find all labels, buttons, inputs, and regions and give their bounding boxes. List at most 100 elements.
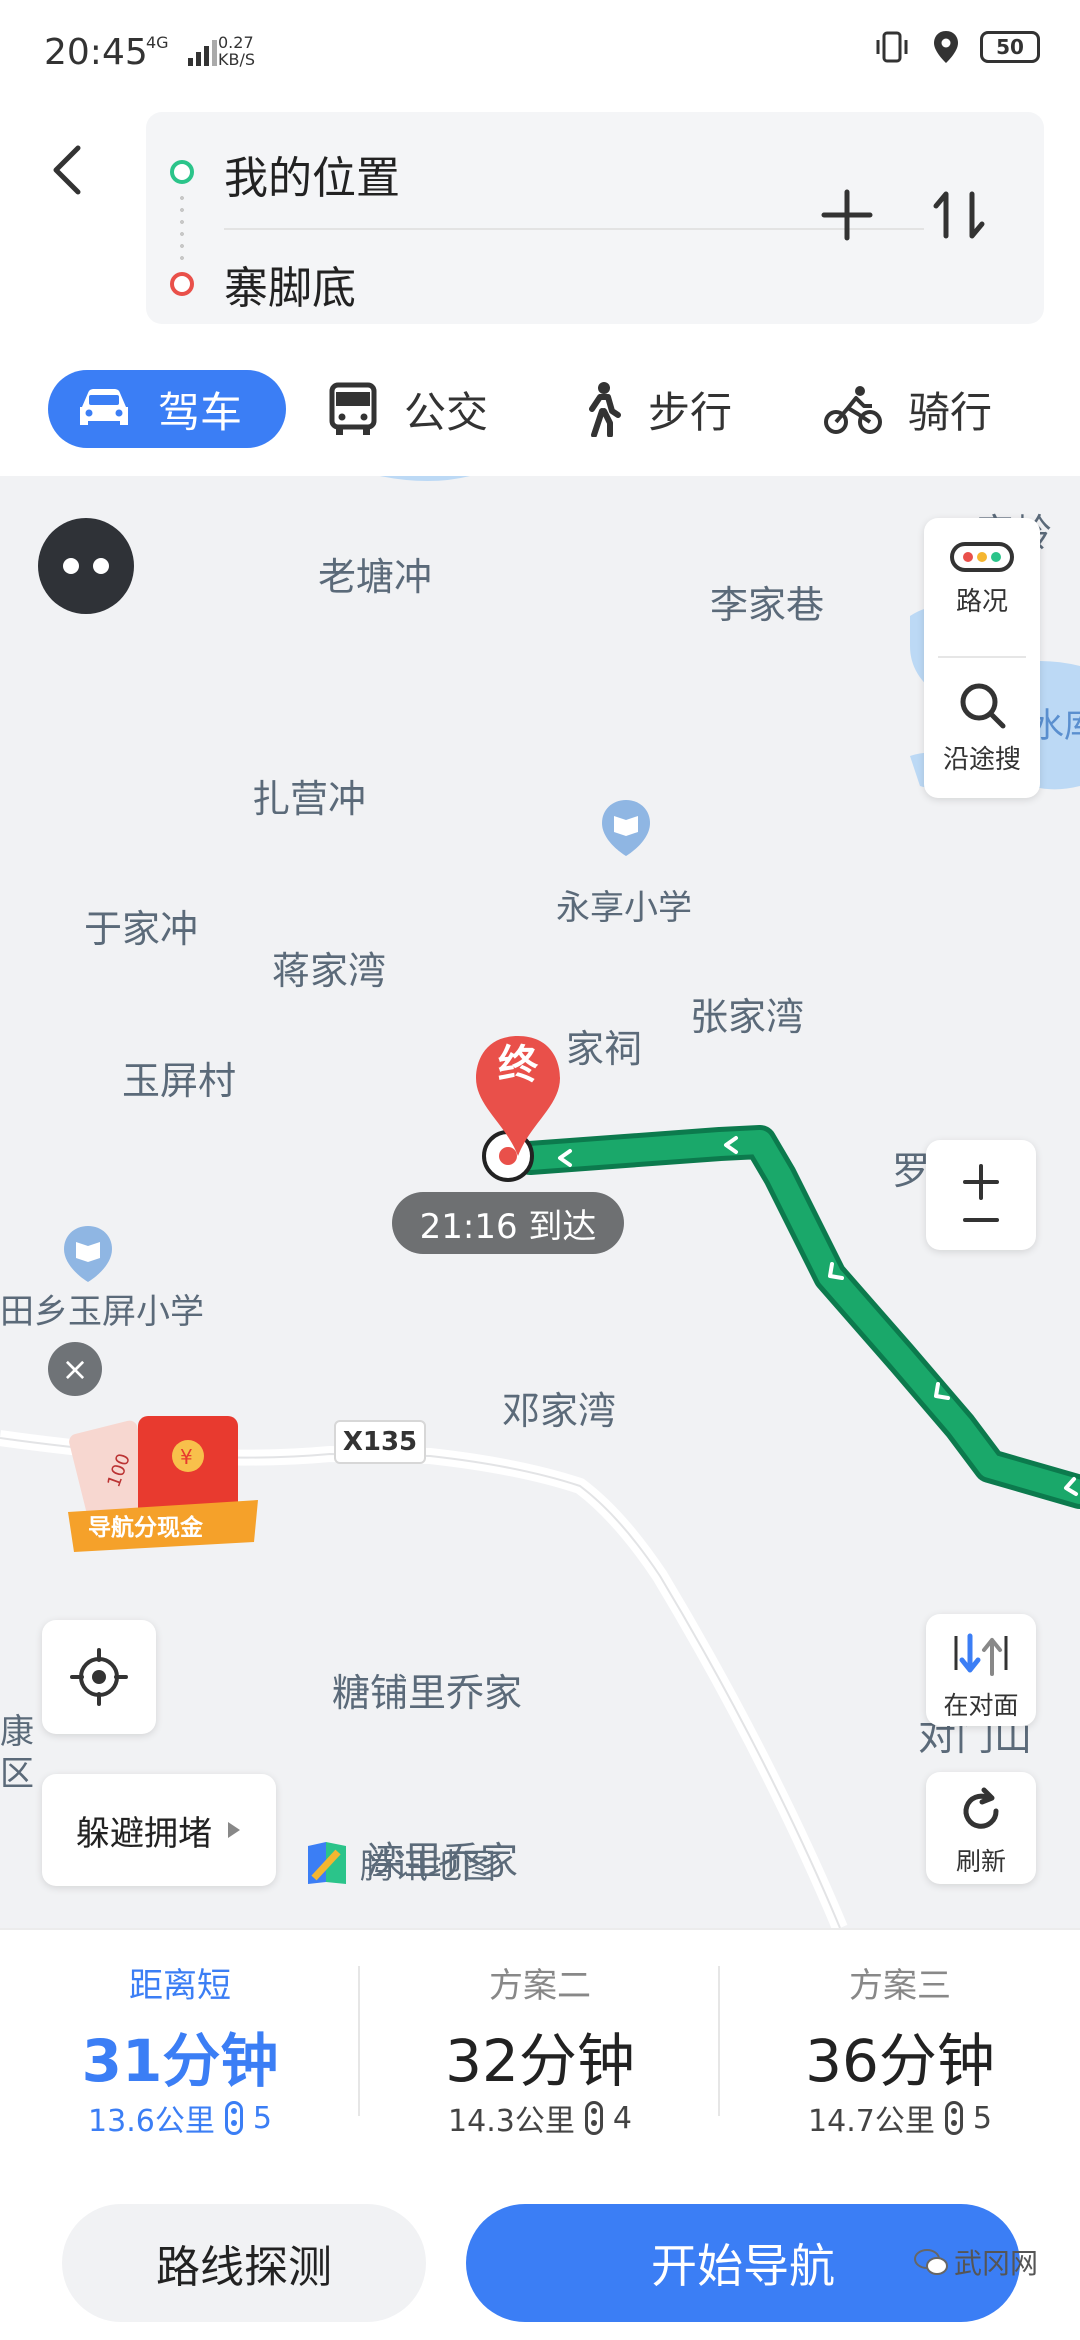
network-speed: 0.27 KB/S xyxy=(218,34,255,68)
tab-bus[interactable]: 公交 xyxy=(328,370,488,448)
watermark-label: 武冈网 xyxy=(954,2247,1039,2280)
more-button[interactable] xyxy=(38,518,134,614)
speed-unit: KB/S xyxy=(218,50,256,69)
traffic-light-icon xyxy=(944,2101,963,2135)
bus-icon xyxy=(329,382,377,435)
place-label: 于家冲 xyxy=(84,907,199,951)
status-icons: 50 xyxy=(872,30,1040,64)
route-option-2[interactable]: 方案二 32分钟 14.3公里 4 xyxy=(360,1930,720,2150)
route-option-time: 36分钟 xyxy=(805,2027,995,2095)
route-dots-divider xyxy=(180,192,184,268)
battery-indicator: 50 xyxy=(980,31,1040,63)
route-option-meta: 14.7公里 5 xyxy=(720,2096,1080,2140)
place-label: 玉屏村 xyxy=(122,1059,237,1103)
place-label: 罗 xyxy=(892,1149,931,1193)
route-option-distance: 14.3公里 xyxy=(448,2104,575,2139)
back-icon[interactable] xyxy=(44,140,94,200)
destination-field[interactable]: 寨脚底 xyxy=(224,252,356,316)
currency-mark: ¥ xyxy=(180,1445,193,1469)
place-label: 区 xyxy=(0,1754,34,1794)
tab-walk-label: 步行 xyxy=(648,387,733,437)
map-tools-panel: 路况 沿途搜 xyxy=(924,518,1040,798)
avoid-congestion-button[interactable]: 躲避拥堵 xyxy=(42,1774,276,1886)
route-option-time: 31分钟 xyxy=(81,2027,279,2095)
route-option-distance: 13.6公里 xyxy=(88,2104,215,2139)
cash-ad-banner[interactable]: ¥ 导航分现金 100 xyxy=(68,1416,258,1566)
traffic-light-icon xyxy=(584,2101,603,2135)
place-label: 张家湾 xyxy=(690,995,805,1039)
refresh-label: 刷新 xyxy=(955,1847,1006,1876)
car-icon xyxy=(80,389,128,425)
route-option-tag: 方案二 xyxy=(489,1966,591,2006)
route-option-lights: 5 xyxy=(252,2100,272,2136)
place-label: 扎营冲 xyxy=(252,777,367,821)
zoom-icon xyxy=(963,1164,999,1222)
status-time: 20:45 xyxy=(44,32,148,73)
speed-value: 0.27 xyxy=(218,33,254,52)
locate-button[interactable] xyxy=(42,1620,156,1734)
route-header: 我的位置 寨脚底 xyxy=(0,100,1080,340)
route-options-panel: 距离短 31分钟 13.6公里 5 方案二 32分钟 14.3公里 4 方案三 … xyxy=(0,1928,1080,2340)
swap-direction-icon xyxy=(954,1633,1008,1676)
refresh-button[interactable]: 刷新 xyxy=(926,1772,1036,1884)
opposite-label: 在对面 xyxy=(943,1691,1019,1720)
end-pin-label: 终 xyxy=(498,1042,538,1088)
route-option-tag: 距离短 xyxy=(129,1966,231,2006)
network-type: 4G xyxy=(146,33,169,52)
traffic-light-icon xyxy=(950,542,1014,572)
start-location-field[interactable]: 我的位置 xyxy=(224,142,400,206)
route-option-tag: 方案三 xyxy=(849,1966,951,2006)
route-option-distance: 14.7公里 xyxy=(808,2104,935,2139)
traffic-label: 路况 xyxy=(955,587,1008,617)
tab-drive[interactable]: 驾车 xyxy=(48,370,286,448)
red-packet-icon: ¥ xyxy=(68,1416,258,1552)
route-option-time: 32分钟 xyxy=(445,2027,635,2095)
eta-badge: 21:16 到达 xyxy=(392,1192,624,1254)
place-label: 糖铺里乔家 xyxy=(332,1671,523,1715)
add-waypoint-icon[interactable] xyxy=(814,182,880,248)
zoom-control[interactable] xyxy=(926,1140,1036,1250)
along-route-search-button[interactable]: 沿途搜 xyxy=(924,678,1040,776)
refresh-icon xyxy=(963,1787,999,1829)
route-option-lights: 4 xyxy=(612,2100,632,2136)
place-label: 老塘冲 xyxy=(318,555,433,599)
travel-mode-tabs: 驾车 公交 步行 骑行 xyxy=(0,340,1080,476)
traffic-light-icon xyxy=(224,2101,243,2135)
tab-bike[interactable]: 骑行 xyxy=(824,370,992,448)
route-option-1[interactable]: 距离短 31分钟 13.6公里 5 xyxy=(0,1930,360,2150)
brand-logo: 腾讯地图 xyxy=(302,1838,496,1888)
tab-bike-label: 骑行 xyxy=(908,387,993,437)
status-bar: 20:45 4G 0.27 KB/S 50 xyxy=(0,0,1080,100)
signal-icon xyxy=(188,40,217,66)
ad-label: 导航分现金 xyxy=(88,1515,203,1541)
walk-icon xyxy=(589,382,621,437)
brand-label: 腾讯地图 xyxy=(360,1846,496,1887)
traffic-button[interactable]: 路况 xyxy=(924,540,1040,618)
opposite-button[interactable]: 在对面 xyxy=(926,1614,1036,1726)
wechat-icon xyxy=(914,2249,948,2275)
route-option-3[interactable]: 方案三 36分钟 14.7公里 5 xyxy=(720,1930,1080,2150)
map-view[interactable]: 终 老塘冲 李家巷 家岭 水库 扎营冲 永享小学 于家冲 蒋家湾 张家湾 家祠 … xyxy=(0,476,1080,1928)
tencent-map-logo-icon xyxy=(308,1842,346,1884)
tab-drive-label: 驾车 xyxy=(158,387,243,437)
start-dot-icon xyxy=(170,160,194,184)
tab-bus-label: 公交 xyxy=(404,387,489,437)
locate-icon xyxy=(70,1648,128,1706)
close-ad-button[interactable]: × xyxy=(48,1342,102,1396)
end-dot-icon xyxy=(170,272,194,296)
route-probe-button[interactable]: 路线探测 xyxy=(62,2204,426,2322)
route-option-meta: 13.6公里 5 xyxy=(0,2096,360,2140)
location-icon xyxy=(934,31,958,63)
swap-route-icon[interactable] xyxy=(926,182,992,248)
place-label: 蒋家湾 xyxy=(272,949,387,993)
search-icon xyxy=(960,683,1006,729)
watermark: 武冈网 xyxy=(914,2242,1038,2282)
place-label: 邓家湾 xyxy=(502,1389,617,1433)
place-label: 李家巷 xyxy=(710,583,825,627)
dot xyxy=(93,558,109,574)
tab-walk[interactable]: 步行 xyxy=(582,370,732,448)
route-input-card: 我的位置 寨脚底 xyxy=(146,112,1044,324)
place-label: 田乡玉屏小学 xyxy=(0,1292,204,1332)
along-search-label: 沿途搜 xyxy=(942,745,1021,775)
bike-icon xyxy=(824,386,882,434)
